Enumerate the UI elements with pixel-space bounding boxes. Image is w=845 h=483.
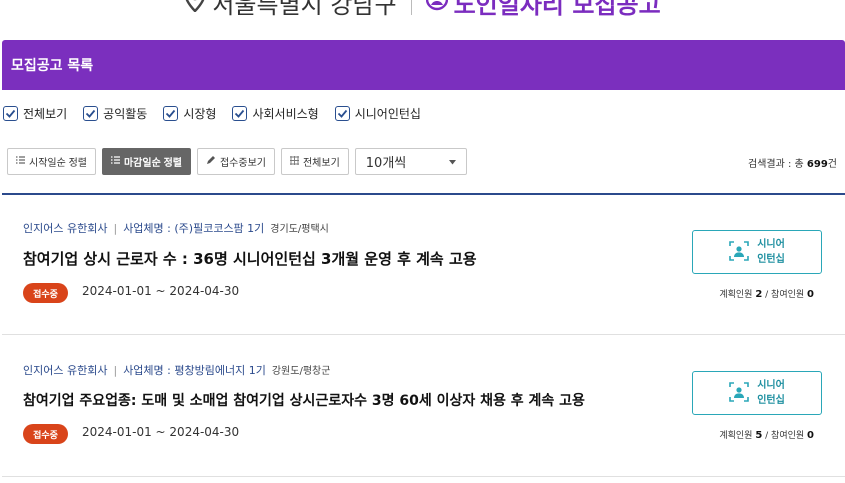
sort-end-date-button[interactable]: 마감일순 정렬 (101, 148, 191, 175)
internship-icon (729, 240, 749, 264)
filter-label: 시장형 (183, 107, 217, 121)
sort-start-date-button[interactable]: 시작일순 정렬 (7, 148, 96, 175)
item-divider (2, 334, 845, 335)
business-name: 평창방림에너지 1기 (174, 364, 266, 377)
business-prefix: 사업체명 : (123, 222, 175, 235)
filter-label: 사회서비스형 (252, 107, 319, 121)
item-location: 경기도/평택시 (270, 224, 329, 235)
button-label: 시작일순 정렬 (29, 158, 87, 169)
filter-label: 전체보기 (23, 107, 68, 121)
button-label: 전체보기 (302, 158, 340, 169)
item-counts: 계획인원 5 / 참여인원 0 (719, 428, 814, 441)
joined-label: / 참여인원 (762, 431, 808, 441)
filter-market-type[interactable]: 시장형 (163, 105, 216, 122)
list-icon (110, 156, 120, 167)
result-suffix: 건 (827, 159, 837, 170)
item-title[interactable]: 참여기업 주요업종: 도매 및 소매업 참여기업 상시근로자수 3명 60세 이… (23, 390, 585, 410)
pencil-icon (206, 155, 216, 168)
status-badge: 접수중 (23, 283, 68, 303)
filter-label: 공익활동 (103, 107, 148, 121)
list-title: 모집공고 목록 (11, 58, 94, 74)
result-number: 699 (806, 159, 828, 170)
item-counts: 계획인원 2 / 참여인원 0 (719, 287, 814, 300)
page-size-value: 10개씩 (365, 156, 407, 171)
item-meta: 인지어스 유한회사 | 사업체명 : 평창방림에너지 1기 강원도/평창군 (23, 364, 331, 377)
status-badge: 접수중 (23, 424, 68, 444)
senior-icon (425, 0, 448, 18)
joined-count: 0 (807, 289, 814, 300)
service-title[interactable]: 노인일자리 모집공고 (425, 0, 661, 20)
item-period: 2024-01-01 ~ 2024-04-30 (82, 425, 240, 439)
list-header: 모집공고 목록 (2, 40, 845, 90)
item-divider (2, 476, 845, 477)
page-size-select[interactable]: 10개씩 (354, 148, 467, 175)
type-badge: 시니어인턴십 (692, 230, 822, 274)
checkbox-checked-icon[interactable] (232, 106, 248, 121)
site-header: 서울특별시 강남구 노인일자리 모집공고 (0, 0, 845, 22)
button-label: 마감일순 정렬 (123, 158, 182, 169)
checkbox-checked-icon[interactable] (83, 106, 99, 121)
filter-social-service[interactable]: 사회서비스형 (232, 105, 319, 122)
joined-label: / 참여인원 (762, 290, 808, 300)
checkbox-checked-icon[interactable] (334, 106, 350, 121)
type-line1: 시니어 (757, 380, 785, 391)
checkbox-checked-icon[interactable] (3, 106, 18, 121)
type-badge: 시니어인턴십 (692, 371, 822, 415)
list-top-rule (2, 193, 845, 195)
filter-bar: 전체보기 공익활동 시장형 사회서비스형 시니어인턴십 (3, 105, 437, 122)
sort-toolbar: 시작일순 정렬 마감일순 정렬 접수중보기 전체보기 10개씩 (7, 148, 467, 175)
type-line1: 시니어 (757, 239, 785, 250)
caret-down-icon (448, 154, 456, 169)
planned-label: 계획인원 (719, 431, 756, 441)
org-link[interactable]: 서울특별시 강남구 (184, 0, 397, 20)
joined-count: 0 (807, 430, 814, 441)
planned-label: 계획인원 (719, 290, 756, 300)
org-name: 서울특별시 강남구 (212, 0, 397, 19)
result-count: 검색결과 : 총 699건 (748, 155, 837, 170)
company-name: 인지어스 유한회사 (23, 364, 108, 377)
view-all-button[interactable]: 전체보기 (280, 148, 349, 175)
filter-senior-internship[interactable]: 시니어인턴십 (334, 105, 421, 122)
filter-public-activity[interactable]: 공익활동 (83, 105, 147, 122)
location-pin-icon (184, 0, 206, 18)
business-prefix: 사업체명 : (123, 364, 175, 377)
item-title[interactable]: 참여기업 상시 근로자 수 : 36명 시니어인턴십 3개월 운영 후 계속 고… (23, 248, 477, 269)
business-name: (주)필코코스팜 1기 (174, 222, 265, 235)
internship-icon (729, 381, 749, 405)
checkbox-checked-icon[interactable] (163, 106, 179, 121)
header-divider (410, 0, 412, 15)
type-line2: 인턴십 (757, 395, 785, 406)
filter-label: 시니어인턴십 (354, 107, 421, 121)
button-label: 접수중보기 (219, 158, 266, 169)
item-meta: 인지어스 유한회사 | 사업체명 : (주)필코코스팜 1기 경기도/평택시 (23, 222, 329, 235)
view-open-button[interactable]: 접수중보기 (196, 148, 275, 175)
item-period: 2024-01-01 ~ 2024-04-30 (82, 284, 240, 298)
filter-all[interactable]: 전체보기 (3, 105, 67, 122)
item-location: 강원도/평창군 (271, 366, 331, 377)
list-icon (16, 156, 25, 167)
result-prefix: 검색결과 : 총 (748, 159, 807, 170)
service-name: 노인일자리 모집공고 (453, 0, 661, 19)
type-line2: 인턴십 (757, 254, 785, 265)
company-name: 인지어스 유한회사 (23, 222, 108, 235)
grid-icon (289, 155, 299, 168)
